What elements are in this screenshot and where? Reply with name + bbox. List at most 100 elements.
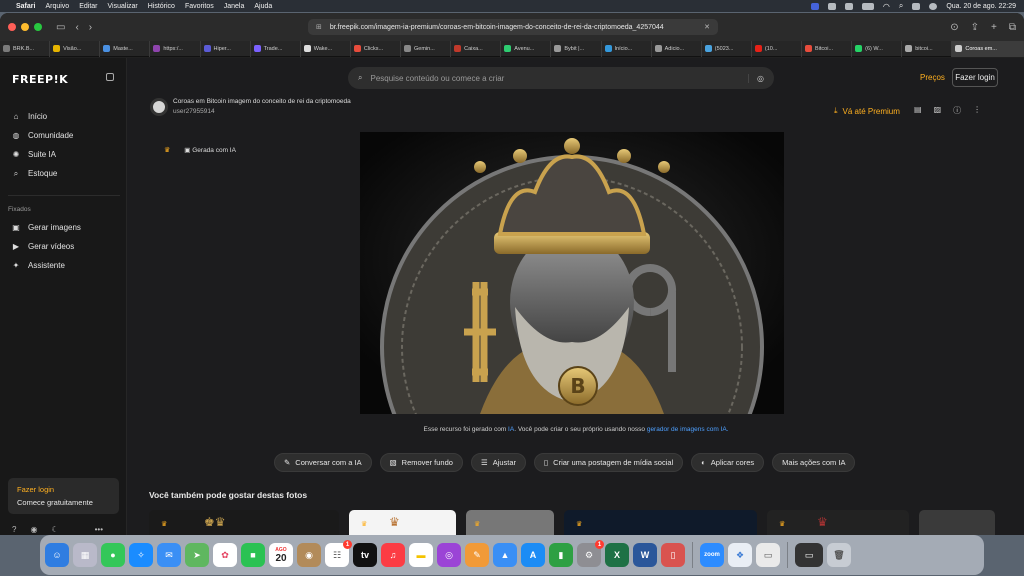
related-thumb[interactable] bbox=[919, 510, 995, 535]
page-settings-icon[interactable]: ⊞ bbox=[316, 23, 322, 31]
discord-icon[interactable]: ◉ bbox=[30, 525, 37, 534]
browser-tab[interactable]: Início... bbox=[602, 40, 652, 57]
excel-icon[interactable]: X bbox=[605, 543, 629, 567]
pages-icon[interactable]: ✎ bbox=[465, 543, 489, 567]
menu-app-name[interactable]: Safari bbox=[16, 3, 35, 10]
apple-tv-icon[interactable]: tv bbox=[353, 543, 377, 567]
browser-tab[interactable]: Coroas em... bbox=[952, 40, 1024, 57]
podcasts-icon[interactable]: ◎ bbox=[437, 543, 461, 567]
word-icon[interactable]: W bbox=[633, 543, 657, 567]
folder-icon[interactable]: ▤ bbox=[914, 105, 922, 116]
more-icon[interactable]: ••• bbox=[95, 525, 103, 534]
search-bar[interactable]: ⌕ Pesquise conteúdo ou comece a criar ◎ bbox=[348, 67, 774, 89]
login-button[interactable]: Fazer login bbox=[952, 68, 998, 87]
remove-background-button[interactable]: ▧ Remover fundo bbox=[379, 453, 463, 472]
related-thumb[interactable]: ♛ bbox=[564, 510, 757, 535]
menu-historico[interactable]: Histórico bbox=[148, 3, 175, 10]
menu-clock[interactable]: Qua. 20 de ago. 22:29 bbox=[946, 3, 1016, 10]
author-name[interactable]: user27955914 bbox=[173, 108, 351, 115]
sidebar-item-gerar-imagens[interactable]: ▣ Gerar imagens bbox=[12, 223, 81, 232]
fullscreen-window-icon[interactable] bbox=[34, 23, 42, 31]
spotlight-icon[interactable]: ⌕ bbox=[899, 1, 903, 11]
browser-tab[interactable]: (10... bbox=[752, 40, 802, 57]
related-thumb[interactable]: ♛ bbox=[466, 510, 554, 535]
sidebar-item-assistente[interactable]: ✦ Assistente bbox=[12, 261, 65, 270]
music-icon[interactable]: ♫ bbox=[381, 543, 405, 567]
safari-icon[interactable]: ✧ bbox=[129, 543, 153, 567]
login-card[interactable]: Fazer login Comece gratuitamente bbox=[8, 478, 119, 514]
system-settings-icon[interactable]: ⚙ 1 bbox=[577, 540, 604, 567]
premium-label[interactable]: Vá até Premium bbox=[843, 107, 900, 116]
browser-tab[interactable]: Caixa... bbox=[451, 40, 502, 57]
zoom-icon[interactable]: zoom bbox=[700, 543, 724, 567]
pricing-link[interactable]: Preços bbox=[920, 73, 945, 82]
notes-icon[interactable]: ▬ bbox=[409, 543, 433, 567]
sidebar-item-suite-ia[interactable]: ✺ Suite IA bbox=[12, 150, 56, 159]
related-thumb[interactable]: ♛ ♚♛ bbox=[149, 510, 339, 535]
browser-tab[interactable]: Maste... bbox=[100, 40, 151, 57]
wifi-icon[interactable]: ◠ bbox=[883, 2, 890, 11]
social-post-button[interactable]: ▯ Criar uma postagem de mídia social bbox=[534, 453, 684, 472]
browser-tab[interactable]: BRK.B... bbox=[0, 40, 51, 57]
adjust-button[interactable]: ☰ Ajustar bbox=[470, 453, 527, 472]
theme-icon[interactable]: ☾ bbox=[51, 525, 58, 534]
premium-button[interactable]: ⤓ Vá até Premium bbox=[834, 106, 900, 116]
info-icon[interactable]: ⓘ bbox=[953, 105, 961, 116]
preview-icon[interactable]: ❖ bbox=[728, 543, 752, 567]
photos-icon[interactable]: ✿ bbox=[213, 543, 237, 567]
login-card-title[interactable]: Fazer login bbox=[17, 485, 110, 494]
camera-icon[interactable]: ◎ bbox=[748, 73, 764, 83]
sidebar-toggle-icon[interactable]: ▭ bbox=[56, 22, 65, 33]
share-icon[interactable]: ⇪ bbox=[971, 22, 979, 33]
browser-tab[interactable]: Adicio... bbox=[652, 40, 702, 57]
browser-tab[interactable]: (6) W... bbox=[852, 40, 903, 57]
recent-window-icon[interactable]: ▭ bbox=[795, 543, 823, 567]
calendar-icon[interactable]: AGO 20 bbox=[269, 543, 293, 567]
menu-favoritos[interactable]: Favoritos bbox=[185, 3, 214, 10]
sidebar-item-estoque[interactable]: ⌕ Estoque bbox=[12, 169, 58, 178]
apply-colors-button[interactable]: ◐ Aplicar cores bbox=[691, 453, 765, 472]
finder-icon[interactable]: ☺ bbox=[45, 543, 69, 567]
messages-icon[interactable]: ● bbox=[101, 543, 125, 567]
related-thumb[interactable]: ♛ ♛ bbox=[349, 510, 456, 535]
menu-janela[interactable]: Janela bbox=[224, 3, 245, 10]
downloads-icon[interactable]: ⊙ bbox=[950, 22, 958, 33]
mail-icon[interactable]: ✉ bbox=[157, 543, 181, 567]
user-icon[interactable] bbox=[929, 2, 938, 10]
browser-tab[interactable]: Wake... bbox=[301, 40, 351, 57]
browser-tab[interactable]: (5023... bbox=[702, 40, 752, 57]
ai-generator-link[interactable]: gerador de imagens com IA. bbox=[647, 426, 729, 433]
browser-tab[interactable]: Hiper... bbox=[201, 40, 251, 57]
search-input[interactable]: Pesquise conteúdo ou comece a criar bbox=[370, 74, 504, 83]
sidebar-item-início[interactable]: ⌂ Início bbox=[12, 112, 48, 121]
screenshot-icon[interactable]: ▭ bbox=[756, 543, 780, 567]
play-icon[interactable] bbox=[827, 2, 836, 10]
numbers-icon[interactable]: ▮ bbox=[549, 543, 573, 567]
sidebar-item-comunidade[interactable]: ◍ Comunidade bbox=[12, 131, 74, 140]
status-circle-icon[interactable] bbox=[844, 2, 853, 10]
help-icon[interactable]: ? bbox=[12, 525, 16, 534]
related-thumb[interactable]: ♛ ♛ bbox=[767, 510, 909, 535]
close-window-icon[interactable] bbox=[8, 23, 16, 31]
browser-tab[interactable]: Trade... bbox=[251, 40, 301, 57]
url-text[interactable]: br.freepik.com/imagem-ia-premium/coroas-… bbox=[330, 24, 664, 31]
avatar[interactable] bbox=[150, 98, 168, 116]
hero-image[interactable]: B bbox=[360, 132, 784, 414]
browser-tab[interactable]: Visão... bbox=[50, 40, 101, 57]
trash-icon[interactable]: 🗑 bbox=[827, 543, 851, 567]
menu-visualizar[interactable]: Visualizar bbox=[108, 3, 138, 10]
sidebar-item-gerar-vídeos[interactable]: ▶ Gerar vídeos bbox=[12, 242, 74, 251]
maps-icon[interactable]: ➤ bbox=[185, 543, 209, 567]
chat-ai-button[interactable]: ✎ Conversar com a IA bbox=[274, 453, 372, 472]
keynote-icon[interactable]: ▲ bbox=[493, 543, 517, 567]
collapse-sidebar-icon[interactable] bbox=[106, 73, 114, 81]
clear-url-icon[interactable]: ✕ bbox=[704, 23, 710, 31]
iphone-mirroring-icon[interactable]: ▯ bbox=[661, 543, 685, 567]
menu-arquivo[interactable]: Arquivo bbox=[45, 3, 69, 10]
minimize-window-icon[interactable] bbox=[21, 23, 29, 31]
menu-editar[interactable]: Editar bbox=[79, 3, 97, 10]
browser-tab[interactable]: bitcoi... bbox=[902, 40, 953, 57]
tab-overview-icon[interactable]: ⧉ bbox=[1009, 22, 1016, 33]
freepik-logo[interactable]: FREEP!K bbox=[12, 73, 68, 86]
facetime-icon[interactable]: ■ bbox=[241, 543, 265, 567]
